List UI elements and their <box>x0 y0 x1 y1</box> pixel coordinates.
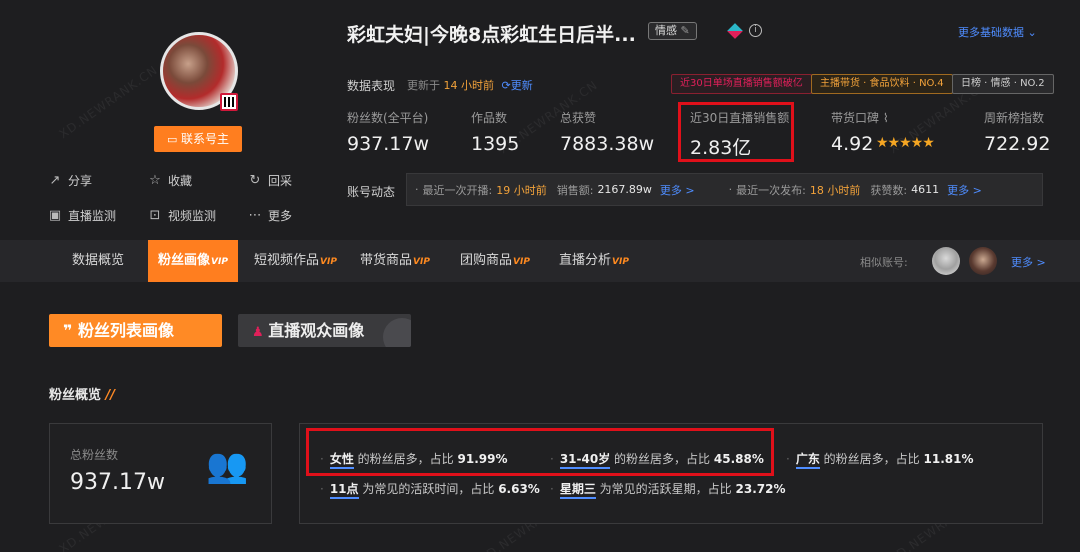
account-title: 彩虹夫妇|今晚8点彩虹生日后半... <box>347 24 636 46</box>
refresh-icon: ⟳ <box>501 79 511 92</box>
badge-daily-rank[interactable]: 日榜 · 情感 · NO.2 <box>952 74 1054 94</box>
more-dots-icon: ⋯ <box>248 207 262 223</box>
tab-live-analysis[interactable]: 直播分析VIP <box>559 240 629 282</box>
trend-chart-icon[interactable]: ⌇ <box>883 111 889 125</box>
feed-label: 账号动态 <box>347 185 396 199</box>
tab-short-videos[interactable]: 短视频作品VIP <box>254 240 337 282</box>
live-monitor-button[interactable]: ▣ 直播监测 <box>48 207 116 224</box>
stat-active-hour: · 11点 为常见的活跃时间，占比 6.63% <box>320 480 540 499</box>
contact-owner-button[interactable]: ▭ 联系号主 <box>154 126 242 152</box>
share-icon: ↗ <box>49 172 61 188</box>
refresh-arrow-icon: ↻ <box>249 172 261 188</box>
badge-category-rank[interactable]: 主播带货 · 食品饮料 · NO.4 <box>811 74 953 94</box>
tv-icon: ▣ <box>48 207 62 223</box>
chart-monitor-icon: ⊡ <box>149 207 161 223</box>
info-icon[interactable]: i <box>749 24 762 37</box>
metric-label-weekly-index: 周新榜指数 <box>984 111 1045 125</box>
video-monitor-button[interactable]: ⊡ 视频监测 <box>148 207 216 224</box>
favorite-button[interactable]: ☆ 收藏 <box>148 172 192 189</box>
performance-label: 数据表现 <box>347 79 396 93</box>
tab-group-buy[interactable]: 团购商品VIP <box>460 240 530 282</box>
metric-value-fans: 937.17w <box>347 133 430 155</box>
metric-label-reputation: 带货口碑 ⌇ <box>831 111 889 125</box>
similar-accounts-label: 相似账号: <box>860 256 908 269</box>
user-icon: ♟ <box>252 325 269 340</box>
metric-label-likes: 总获赞 <box>560 111 597 125</box>
metric-value-weekly-index: 722.92 <box>984 133 1051 155</box>
similar-account-avatar[interactable] <box>969 247 997 275</box>
backtrack-button[interactable]: ↻ 回采 <box>248 172 292 189</box>
badge-live-sales[interactable]: 近30日单场直播销售额破亿 <box>671 74 812 94</box>
chat-icon: ▭ <box>167 133 181 146</box>
tab-bar: 数据概览 粉丝画像VIP 短视频作品VIP 带货商品VIP 团购商品VIP 直播… <box>0 240 1080 282</box>
feed-more-link-2[interactable]: 更多 > <box>947 182 982 198</box>
category-tag[interactable]: 情感 ✎ <box>648 22 697 40</box>
metric-value-reputation: 4.92 <box>831 133 874 155</box>
fans-list-portrait-button[interactable]: ❞ 粉丝列表画像 <box>49 314 222 347</box>
edit-icon: ✎ <box>680 24 690 37</box>
tab-data-overview[interactable]: 数据概览 <box>72 240 124 282</box>
chevron-down-icon: ⌄ <box>1027 26 1037 39</box>
metric-value-likes: 7883.38w <box>560 133 655 155</box>
similar-more-link[interactable]: 更多 > <box>1011 254 1046 270</box>
tab-goods[interactable]: 带货商品VIP <box>360 240 430 282</box>
metric-label-fans: 粉丝数(全平台) <box>347 111 429 125</box>
decorative-circle-icon <box>383 318 411 347</box>
feed-more-link-1[interactable]: 更多 > <box>660 182 695 198</box>
watermark: XD.NEWRANK.CN <box>56 62 161 142</box>
tab-fan-portrait[interactable]: 粉丝画像VIP <box>148 240 238 282</box>
rating-stars-icon: ★★★★★ <box>876 135 935 151</box>
stat-active-weekday: · 星期三 为常见的活跃星期，占比 23.72% <box>550 480 786 499</box>
dot-icon: · <box>728 183 733 196</box>
total-fans-label: 总粉丝数 <box>70 448 119 462</box>
total-fans-value: 937.17w <box>70 470 165 495</box>
stat-region: · 广东 的粉丝居多，占比 11.81% <box>786 450 974 469</box>
metric-label-works: 作品数 <box>471 111 508 125</box>
metric-label-live-sales: 近30日直播销售额 <box>690 111 790 125</box>
updated-time: 14 小时前 <box>443 79 495 92</box>
account-feed: · 最近一次开播: 19 小时前 销售额: 2167.89w 更多 > · 最近… <box>406 173 1043 206</box>
update-info: 更新于 14 小时前 ⟳更新 <box>407 79 533 92</box>
star-outline-icon: ☆ <box>149 172 161 188</box>
page: XD.NEWRANK.CN XD.NEWRANK.CN XD.NEWRANK.C… <box>0 0 1080 552</box>
more-basic-data-link[interactable]: 更多基础数据 ⌄ <box>958 24 1037 40</box>
users-icon: 👥 <box>206 446 249 486</box>
platform-logo-icon <box>727 23 743 39</box>
quote-icon: ❞ <box>63 321 78 340</box>
metric-value-live-sales: 2.83亿 <box>690 137 752 159</box>
similar-account-avatar[interactable] <box>932 247 960 275</box>
more-actions-button[interactable]: ⋯ 更多 <box>248 207 293 224</box>
share-button[interactable]: ↗ 分享 <box>48 172 92 189</box>
total-fans-card: 总粉丝数 937.17w 👥 <box>49 423 272 524</box>
fans-overview-card: · 女性 的粉丝居多，占比 91.99% · 31-40岁 的粉丝居多，占比 45.… <box>299 423 1043 524</box>
live-audience-portrait-button[interactable]: ♟ 直播观众画像 <box>238 314 411 347</box>
section-title: 粉丝概览 // <box>49 388 116 403</box>
accent-marks-icon: // <box>105 388 116 403</box>
stat-age: · 31-40岁 的粉丝居多，占比 45.88% <box>550 450 764 469</box>
dot-icon: · <box>415 183 419 196</box>
metric-value-works: 1395 <box>471 133 520 155</box>
stat-gender: · 女性 的粉丝居多，占比 91.99% <box>320 450 508 469</box>
refresh-button[interactable]: ⟳更新 <box>502 79 533 92</box>
qr-code-icon[interactable] <box>220 93 238 111</box>
